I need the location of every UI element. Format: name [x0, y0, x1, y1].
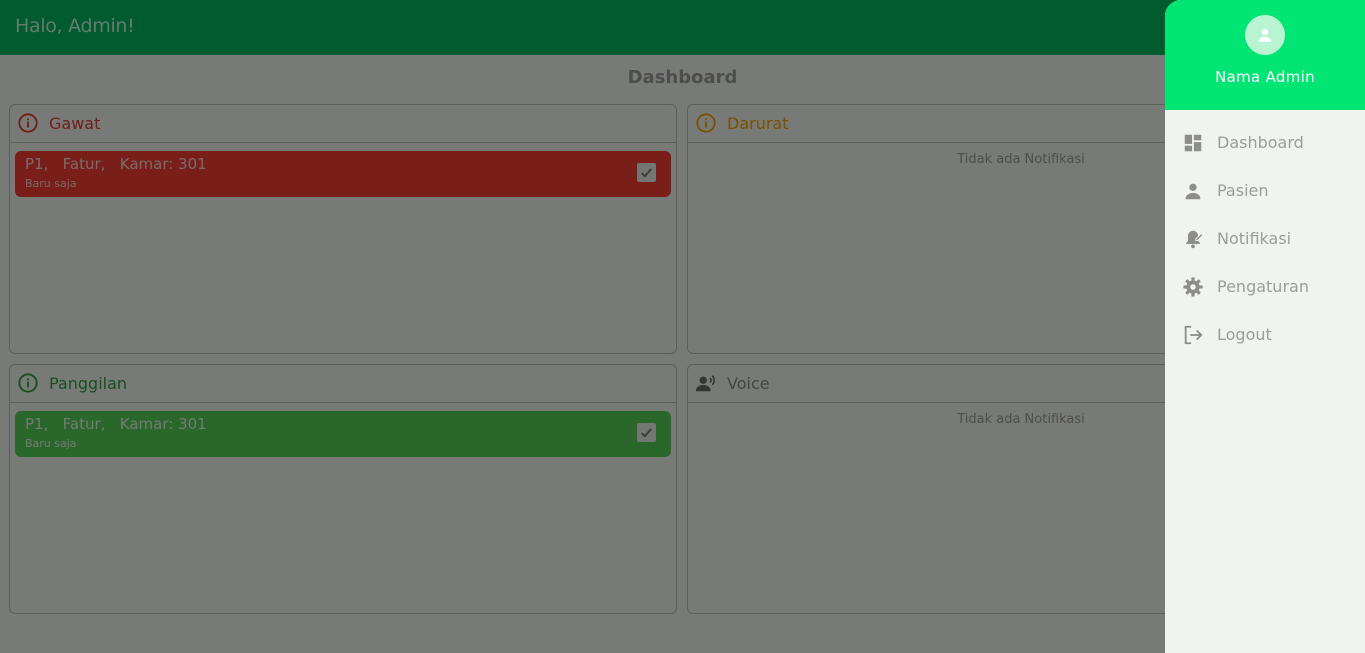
menu-item-pengaturan[interactable]: Pengaturan: [1165, 265, 1365, 309]
drawer-header: Nama Admin: [1165, 0, 1365, 110]
admin-name: Nama Admin: [1215, 68, 1315, 86]
navigation-drawer: Nama Admin Dashboard Pasien Notifikasi P…: [1165, 0, 1365, 653]
menu-label: Pengaturan: [1217, 277, 1309, 296]
menu-label: Notifikasi: [1217, 229, 1292, 248]
person-icon: [1185, 183, 1201, 200]
menu-item-notifikasi[interactable]: Notifikasi: [1165, 217, 1365, 261]
menu-label: Logout: [1217, 325, 1272, 344]
menu-label: Dashboard: [1217, 133, 1304, 152]
notification-edit-icon: [1186, 230, 1204, 249]
menu-item-dashboard[interactable]: Dashboard: [1165, 121, 1365, 165]
menu-label: Pasien: [1217, 181, 1269, 200]
dashboard-icon: [1184, 134, 1202, 152]
avatar: [1245, 15, 1285, 55]
modal-scrim[interactable]: [0, 0, 1365, 653]
menu-item-pasien[interactable]: Pasien: [1165, 169, 1365, 213]
person-icon: [1258, 28, 1272, 42]
gear-icon: [1183, 277, 1203, 297]
menu-item-logout[interactable]: Logout: [1165, 313, 1365, 357]
logout-icon: [1184, 325, 1203, 345]
